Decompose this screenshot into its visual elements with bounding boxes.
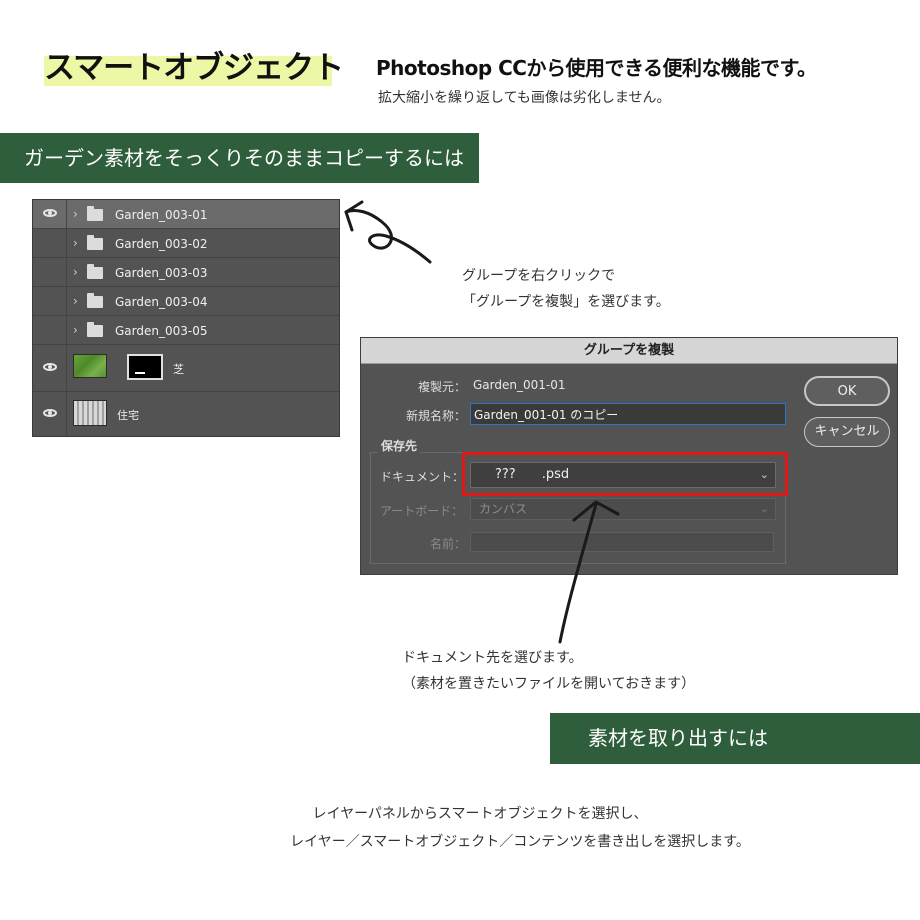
visibility-toggle[interactable] [33, 392, 67, 436]
cancel-button[interactable]: キャンセル [804, 417, 890, 447]
source-label: 複製元： [418, 380, 467, 394]
visibility-toggle[interactable] [33, 287, 67, 315]
layers-panel: › Garden_003-01 › Garden_003-02 › Garden… [32, 199, 340, 437]
layer-name: Garden_003-02 [115, 237, 208, 251]
instruction-line: 「グループを複製」を選びます。 [462, 294, 670, 310]
visibility-toggle[interactable] [33, 258, 67, 286]
instruction-line: グループを右クリックで [462, 268, 616, 284]
intro-text-1: Photoshop CCから使用できる便利な機能です。 [376, 56, 817, 80]
eye-icon [43, 409, 57, 417]
section-heading-extract: 素材を取り出すには [550, 713, 920, 764]
layer-row-house[interactable]: 住宅 [33, 392, 339, 436]
hand-drawn-arrow-icon [558, 500, 620, 644]
instruction-line: ドキュメント先を選びます。 [402, 650, 583, 666]
instruction-line: （素材を置きたいファイルを開いておきます） [402, 676, 696, 692]
chevron-down-icon: ⌄ [759, 502, 769, 515]
dialog-title: グループを複製 [361, 338, 897, 364]
new-name-input[interactable] [470, 403, 786, 425]
layer-name: 芝 [173, 363, 184, 376]
chevron-right-icon[interactable]: › [73, 236, 78, 250]
hand-drawn-arrow-icon [344, 200, 432, 264]
new-name-label: 新規名称： [406, 409, 467, 423]
ok-button[interactable]: OK [804, 376, 890, 406]
chevron-right-icon[interactable]: › [73, 323, 78, 337]
layer-name: Garden_003-04 [115, 295, 208, 309]
folder-icon [87, 293, 103, 308]
layer-name: Garden_003-03 [115, 266, 208, 280]
destination-label: 保存先 [378, 437, 421, 454]
layer-row-garden-003-01[interactable]: › Garden_003-01 [33, 200, 339, 229]
grass-thumbnail [73, 354, 107, 378]
document-instruction: ドキュメント先を選びます。 （素材を置きたいファイルを開いておきます） [402, 645, 695, 697]
right-click-instruction: グループを右クリックで 「グループを複製」を選びます。 [462, 263, 670, 315]
page-title: スマートオブジェクト [44, 50, 344, 86]
visibility-toggle[interactable] [33, 316, 67, 344]
name-label: 名前： [430, 537, 467, 551]
folder-icon [87, 264, 103, 279]
section-heading-copy: ガーデン素材をそっくりそのままコピーするには [0, 133, 479, 183]
chevron-right-icon[interactable]: › [73, 294, 78, 308]
visibility-toggle[interactable] [33, 345, 67, 391]
layer-row-garden-003-05[interactable]: › Garden_003-05 [33, 316, 339, 345]
intro-text-2: 拡大縮小を繰り返しても画像は劣化しません。 [378, 90, 671, 106]
layer-row-garden-003-04[interactable]: › Garden_003-04 [33, 287, 339, 316]
eye-icon [43, 363, 57, 371]
instruction-line: レイヤーパネルからスマートオブジェクトを選択し、 [312, 806, 648, 822]
layer-row-grass[interactable]: 芝 [33, 345, 339, 392]
folder-icon [87, 206, 103, 221]
chevron-right-icon[interactable]: › [73, 207, 78, 221]
extract-instruction: レイヤーパネルからスマートオブジェクトを選択し、 レイヤー／スマートオブジェクト… [0, 800, 920, 856]
eye-icon [43, 209, 57, 217]
mask-thumbnail[interactable] [127, 354, 163, 380]
folder-icon [87, 235, 103, 250]
instruction-line: レイヤー／スマートオブジェクト／コンテンツを書き出しを選択します。 [290, 834, 750, 850]
folder-icon [87, 322, 103, 337]
layer-name: 住宅 [117, 409, 139, 422]
layer-name: Garden_003-05 [115, 324, 208, 338]
document-label: ドキュメント： [380, 470, 465, 484]
source-value: Garden_001-01 [473, 378, 566, 392]
artboard-select-value: カンバス [479, 502, 528, 516]
layer-name: Garden_003-01 [115, 208, 208, 222]
artboard-label: アートボード： [380, 504, 464, 518]
layer-row-garden-003-02[interactable]: › Garden_003-02 [33, 229, 339, 258]
house-thumbnail [73, 400, 107, 426]
visibility-toggle[interactable] [33, 200, 67, 228]
visibility-toggle[interactable] [33, 229, 67, 257]
chevron-right-icon[interactable]: › [73, 265, 78, 279]
title-block: スマートオブジェクト [44, 42, 344, 87]
layer-row-garden-003-03[interactable]: › Garden_003-03 [33, 258, 339, 287]
